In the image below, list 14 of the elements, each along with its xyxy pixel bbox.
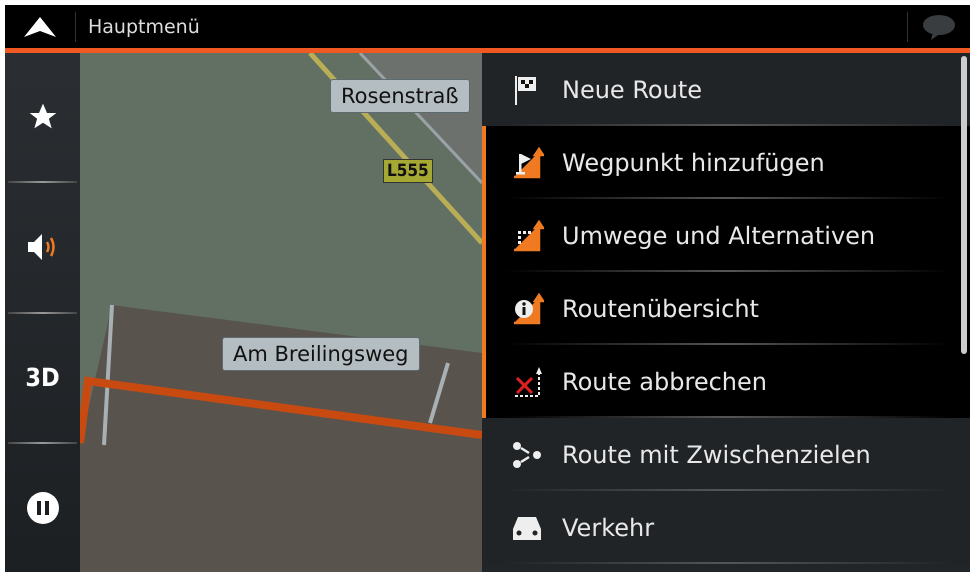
navigation-arrow-icon: [22, 14, 58, 38]
menu-item[interactable]: Umwege und Alternativen: [482, 199, 970, 272]
menu-item[interactable]: Routenübersicht: [482, 272, 970, 345]
speech-bubble-icon: [921, 12, 957, 40]
scrollbar[interactable]: [961, 56, 967, 354]
car-icon: [510, 514, 544, 540]
menu-item[interactable]: Wegpunkt hinzufügen: [482, 126, 970, 199]
view-mode-button[interactable]: 3D: [5, 314, 80, 442]
header-title: Hauptmenü: [87, 16, 201, 38]
street-label: Rosenstraß: [330, 79, 470, 113]
menu-item[interactable]: Route abbrechen: [482, 345, 970, 418]
road-number-sign: L555: [383, 159, 433, 183]
pause-icon: [26, 490, 60, 525]
street-label: Am Breilingsweg: [222, 337, 420, 371]
